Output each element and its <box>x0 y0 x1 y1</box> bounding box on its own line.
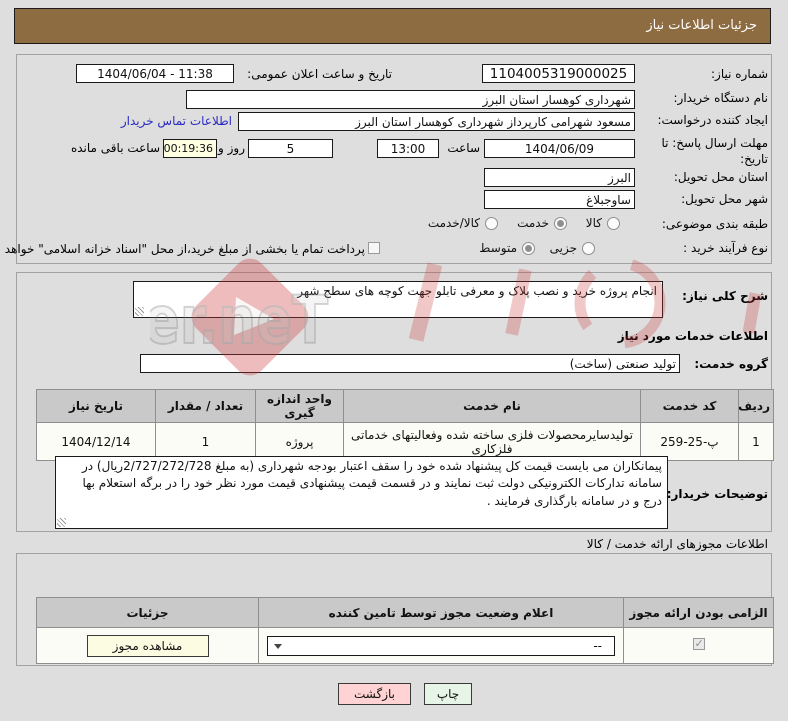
page-header-bar: جزئیات اطلاعات نیاز <box>14 8 771 44</box>
selected-option: -- <box>593 638 602 653</box>
cell-need-date: 1404/12/14 <box>36 422 156 461</box>
col-header-service-code: کد خدمت <box>640 389 739 423</box>
cell-row-no: 1 <box>738 422 774 461</box>
back-button[interactable]: بازگشت <box>338 683 411 705</box>
radio-icon[interactable] <box>485 216 498 230</box>
radio-label: جزیی <box>549 241 577 255</box>
need-details-page: جزئیات اطلاعات نیاز شماره نیاز: 11040053… <box>0 0 788 721</box>
col-header-service-name: نام خدمت <box>343 389 641 423</box>
permit-status-select[interactable]: -- <box>267 635 615 656</box>
remaining-hours-label: ساعت باقی مانده <box>70 141 160 155</box>
radio-option-goods-service[interactable]: کالا/خدمت <box>428 216 498 230</box>
service-group-field[interactable]: تولید صنعتی (ساخت) <box>140 354 680 373</box>
response-deadline-label: مهلت ارسال پاسخ: تا تاریخ: <box>661 136 768 166</box>
col-header-mandatory: الزامی بودن ارائه مجوز <box>623 597 774 628</box>
radio-option-service[interactable]: خدمت <box>517 216 567 230</box>
permit-table-row: -- مشاهده مجوز <box>36 627 774 664</box>
treasury-checkbox[interactable] <box>368 242 380 254</box>
cell-service-code: پ-25-259 <box>640 422 739 461</box>
need-number-field[interactable]: 1104005319000025 <box>482 64 635 83</box>
cell-details: مشاهده مجوز <box>36 627 259 664</box>
radio-icon[interactable] <box>522 241 535 255</box>
buyer-notes-textarea[interactable]: پیمانکاران می بایست قیمت کل پیشنهاد شده … <box>55 456 668 529</box>
cell-service-name: تولیدسایرمحصولات فلزی ساخته شده وفعالیته… <box>343 422 641 461</box>
cell-mandatory <box>623 627 774 664</box>
col-header-need-date: تاریخ نیاز <box>36 389 156 423</box>
radio-label: کالا/خدمت <box>427 216 480 230</box>
services-table: ردیف کد خدمت نام خدمت واحد اندازه گیری ت… <box>36 389 774 461</box>
radio-icon[interactable] <box>582 241 595 255</box>
radio-icon[interactable] <box>607 216 620 230</box>
service-group-label: گروه خدمت: <box>694 357 768 371</box>
radio-option-goods[interactable]: کالا <box>586 216 620 230</box>
radio-label: خدمت <box>517 216 549 230</box>
delivery-city-label: شهر محل تحویل: <box>681 192 768 206</box>
remaining-time-field: 00:19:36 <box>163 139 217 158</box>
buyer-notes-text: پیمانکاران می بایست قیمت کل پیشنهاد شده … <box>81 459 662 508</box>
cell-quantity: 1 <box>155 422 256 461</box>
radio-option-partial[interactable]: جزیی <box>550 241 595 255</box>
buyer-contact-link[interactable]: اطلاعات تماس خریدار <box>121 114 232 128</box>
col-header-row-no: ردیف <box>738 389 774 423</box>
col-header-details: جزئیات <box>36 597 259 628</box>
col-header-unit: واحد اندازه گیری <box>255 389 344 423</box>
need-number-label: شماره نیاز: <box>711 67 768 81</box>
buyer-org-label: نام دستگاه خریدار: <box>673 91 769 105</box>
col-header-permit-status: اعلام وضعیت مجوز توسط تامین کننده <box>258 597 624 628</box>
treasury-checkbox-label: پرداخت تمام یا بخشی از مبلغ خرید،از محل … <box>0 242 365 256</box>
view-permit-button[interactable]: مشاهده مجوز <box>86 634 209 657</box>
deadline-time-field[interactable]: 13:00 <box>377 139 439 158</box>
services-section-title: اطلاعات خدمات مورد نیاز <box>617 329 768 343</box>
need-description-text: انجام پروژه خرید و نصب پلاک و معرفی تابل… <box>297 284 657 298</box>
permits-table: الزامی بودن ارائه مجوز اعلام وضعیت مجوز … <box>36 597 774 664</box>
service-table-row: 1 پ-25-259 تولیدسایرمحصولات فلزی ساخته ش… <box>36 422 774 461</box>
chevron-down-icon <box>274 643 282 649</box>
buyer-org-field[interactable]: شهرداری کوهسار استان البرز <box>186 90 635 109</box>
permits-section-title: اطلاعات مجوزهای ارائه خدمت / کالا <box>586 537 768 551</box>
delivery-city-field[interactable]: ساوجبلاغ <box>484 190 635 209</box>
radio-label: متوسط <box>479 241 517 255</box>
deadline-date-field[interactable]: 1404/06/09 <box>484 139 635 158</box>
radio-label: کالا <box>585 216 602 230</box>
classification-label: طبقه بندی موضوعی: <box>661 217 768 231</box>
resize-handle-icon[interactable] <box>135 307 144 316</box>
request-creator-label: ایجاد کننده درخواست: <box>657 113 768 127</box>
radio-icon[interactable] <box>554 216 567 230</box>
need-description-label: شرح کلی نیاز: <box>682 289 768 303</box>
delivery-province-field[interactable]: البرز <box>484 168 635 187</box>
print-button[interactable]: چاپ <box>424 683 472 705</box>
delivery-province-label: استان محل تحویل: <box>673 170 768 184</box>
hour-label: ساعت <box>447 141 480 155</box>
announce-datetime-label: تاریخ و ساعت اعلان عمومی: <box>247 67 392 81</box>
page-title: جزئیات اطلاعات نیاز <box>646 18 757 33</box>
col-header-quantity: تعداد / مقدار <box>155 389 256 423</box>
remaining-days-field: 5 <box>248 139 333 158</box>
process-type-label: نوع فرآیند خرید : <box>683 241 768 255</box>
cell-permit-status: -- <box>258 627 624 664</box>
radio-option-medium[interactable]: متوسط <box>479 241 535 255</box>
request-creator-field[interactable]: مسعود شهرامی کارپرداز شهرداری کوهسار است… <box>238 112 635 131</box>
announce-datetime-field[interactable]: 11:38 - 1404/06/04 <box>76 64 234 83</box>
resize-handle-icon[interactable] <box>57 518 66 527</box>
cell-unit: پروژه <box>255 422 344 461</box>
days-and-label: روز و <box>218 141 245 155</box>
need-description-textarea[interactable]: انجام پروژه خرید و نصب پلاک و معرفی تابل… <box>133 281 663 318</box>
mandatory-permit-checkbox <box>692 637 705 650</box>
buyer-notes-label: توضیحات خریدار: <box>666 487 768 501</box>
